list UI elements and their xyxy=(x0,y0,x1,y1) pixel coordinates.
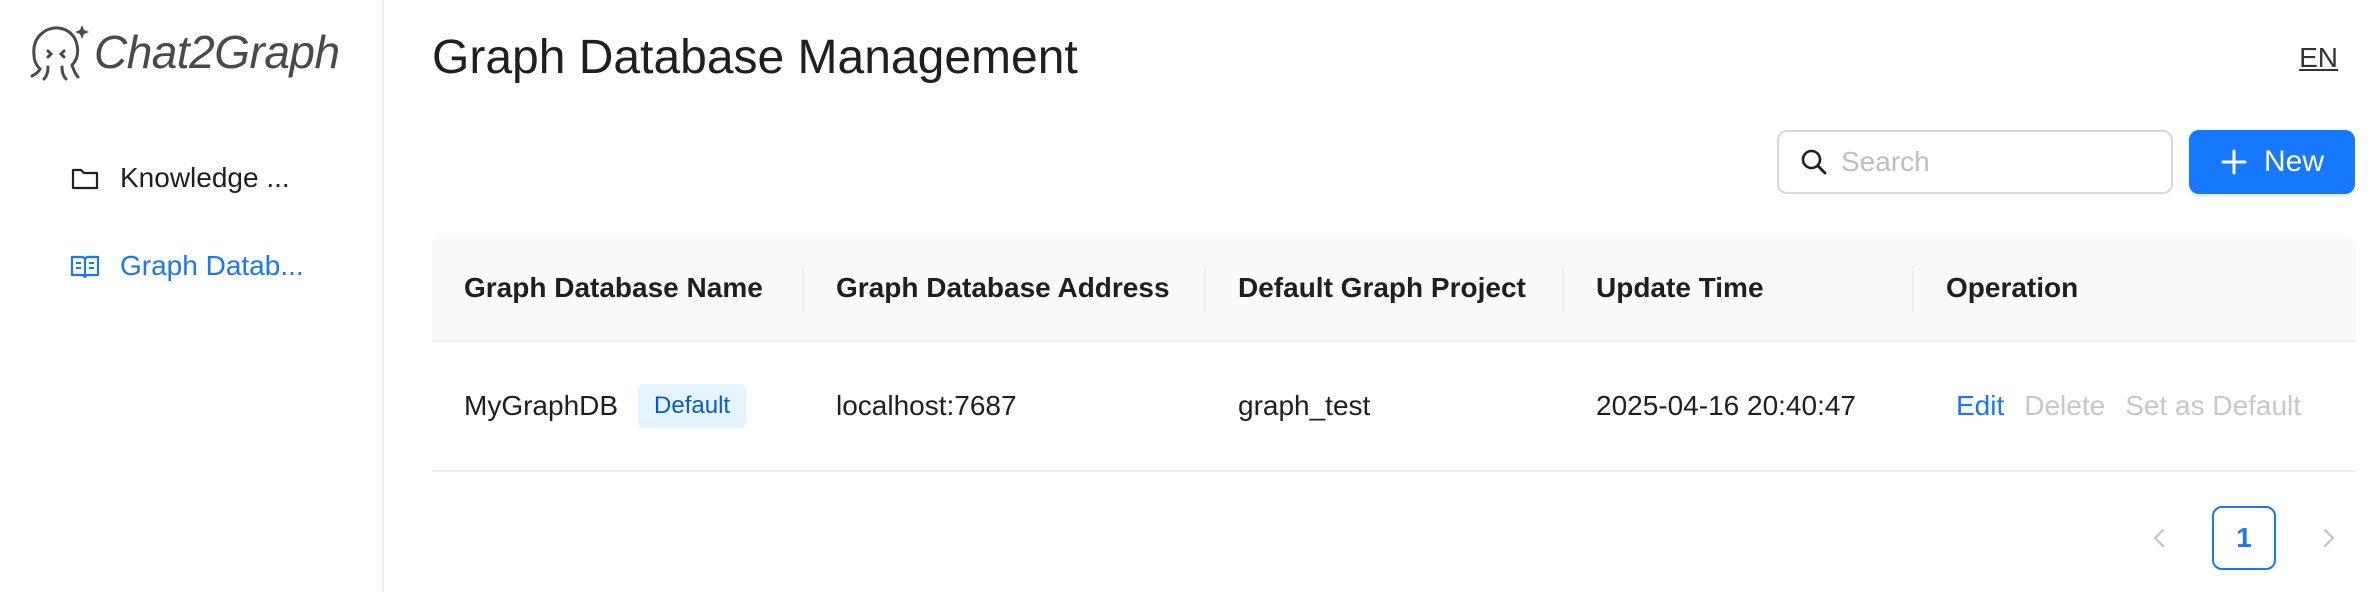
column-header-name: Graph Database Name xyxy=(432,236,804,340)
chevron-right-icon xyxy=(2323,528,2335,548)
edit-link[interactable]: Edit xyxy=(1956,390,2004,422)
sidebar-item-graph-database[interactable]: Graph Datab... xyxy=(70,242,304,290)
plus-icon xyxy=(2221,149,2247,175)
chevron-left-icon xyxy=(2153,528,2165,548)
cell-project: graph_test xyxy=(1238,390,1371,421)
app-name: Chat2Graph xyxy=(94,26,340,78)
new-button[interactable]: New xyxy=(2189,130,2355,194)
main-content: Graph Database Management EN New Graph D… xyxy=(384,0,2374,592)
octopus-logo-icon xyxy=(30,25,89,81)
search-icon xyxy=(1801,149,1827,175)
app-logo[interactable]: Chat2Graph xyxy=(24,20,340,84)
sidebar-item-knowledge[interactable]: Knowledge ... xyxy=(70,154,290,202)
sidebar-item-label: Knowledge ... xyxy=(120,162,290,193)
cell-update-time: 2025-04-16 20:40:47 xyxy=(1596,390,1856,421)
delete-link[interactable]: Delete xyxy=(2024,390,2105,422)
search-input[interactable] xyxy=(1841,146,2161,178)
page-number-current[interactable]: 1 xyxy=(2212,506,2276,570)
cell-name: MyGraphDB Default xyxy=(432,384,804,428)
cell-operation: Edit Delete Set as Default xyxy=(1914,390,2356,422)
app-root: Chat2Graph Knowledge ... Graph Datab... … xyxy=(0,0,2374,592)
graph-database-table: Graph Database Name Graph Database Addre… xyxy=(432,236,2356,472)
column-header-operation: Operation xyxy=(1946,272,2079,303)
pagination: 1 xyxy=(2130,506,2358,570)
page-title: Graph Database Management xyxy=(432,31,1078,84)
table-row: MyGraphDB Default localhost:7687 graph_t… xyxy=(432,342,2356,472)
default-tag: Default xyxy=(638,384,747,428)
column-header-project: Default Graph Project xyxy=(1206,236,1564,340)
column-header-update-time: Update Time xyxy=(1564,236,1914,340)
language-switch[interactable]: EN xyxy=(2299,42,2338,74)
column-header-address: Graph Database Address xyxy=(804,236,1206,340)
folder-icon xyxy=(70,163,100,193)
sidebar: Chat2Graph Knowledge ... Graph Datab... xyxy=(0,0,384,592)
sidebar-item-label: Graph Datab... xyxy=(120,250,304,281)
prev-page-button[interactable] xyxy=(2130,508,2190,568)
database-name: MyGraphDB xyxy=(464,390,619,421)
set-default-link[interactable]: Set as Default xyxy=(2125,390,2301,422)
search-box[interactable] xyxy=(1777,130,2173,194)
new-button-label: New xyxy=(2263,145,2324,178)
book-icon xyxy=(70,251,100,281)
next-page-button[interactable] xyxy=(2298,508,2358,568)
table-header: Graph Database Name Graph Database Addre… xyxy=(432,236,2356,342)
cell-address: localhost:7687 xyxy=(836,390,1017,421)
